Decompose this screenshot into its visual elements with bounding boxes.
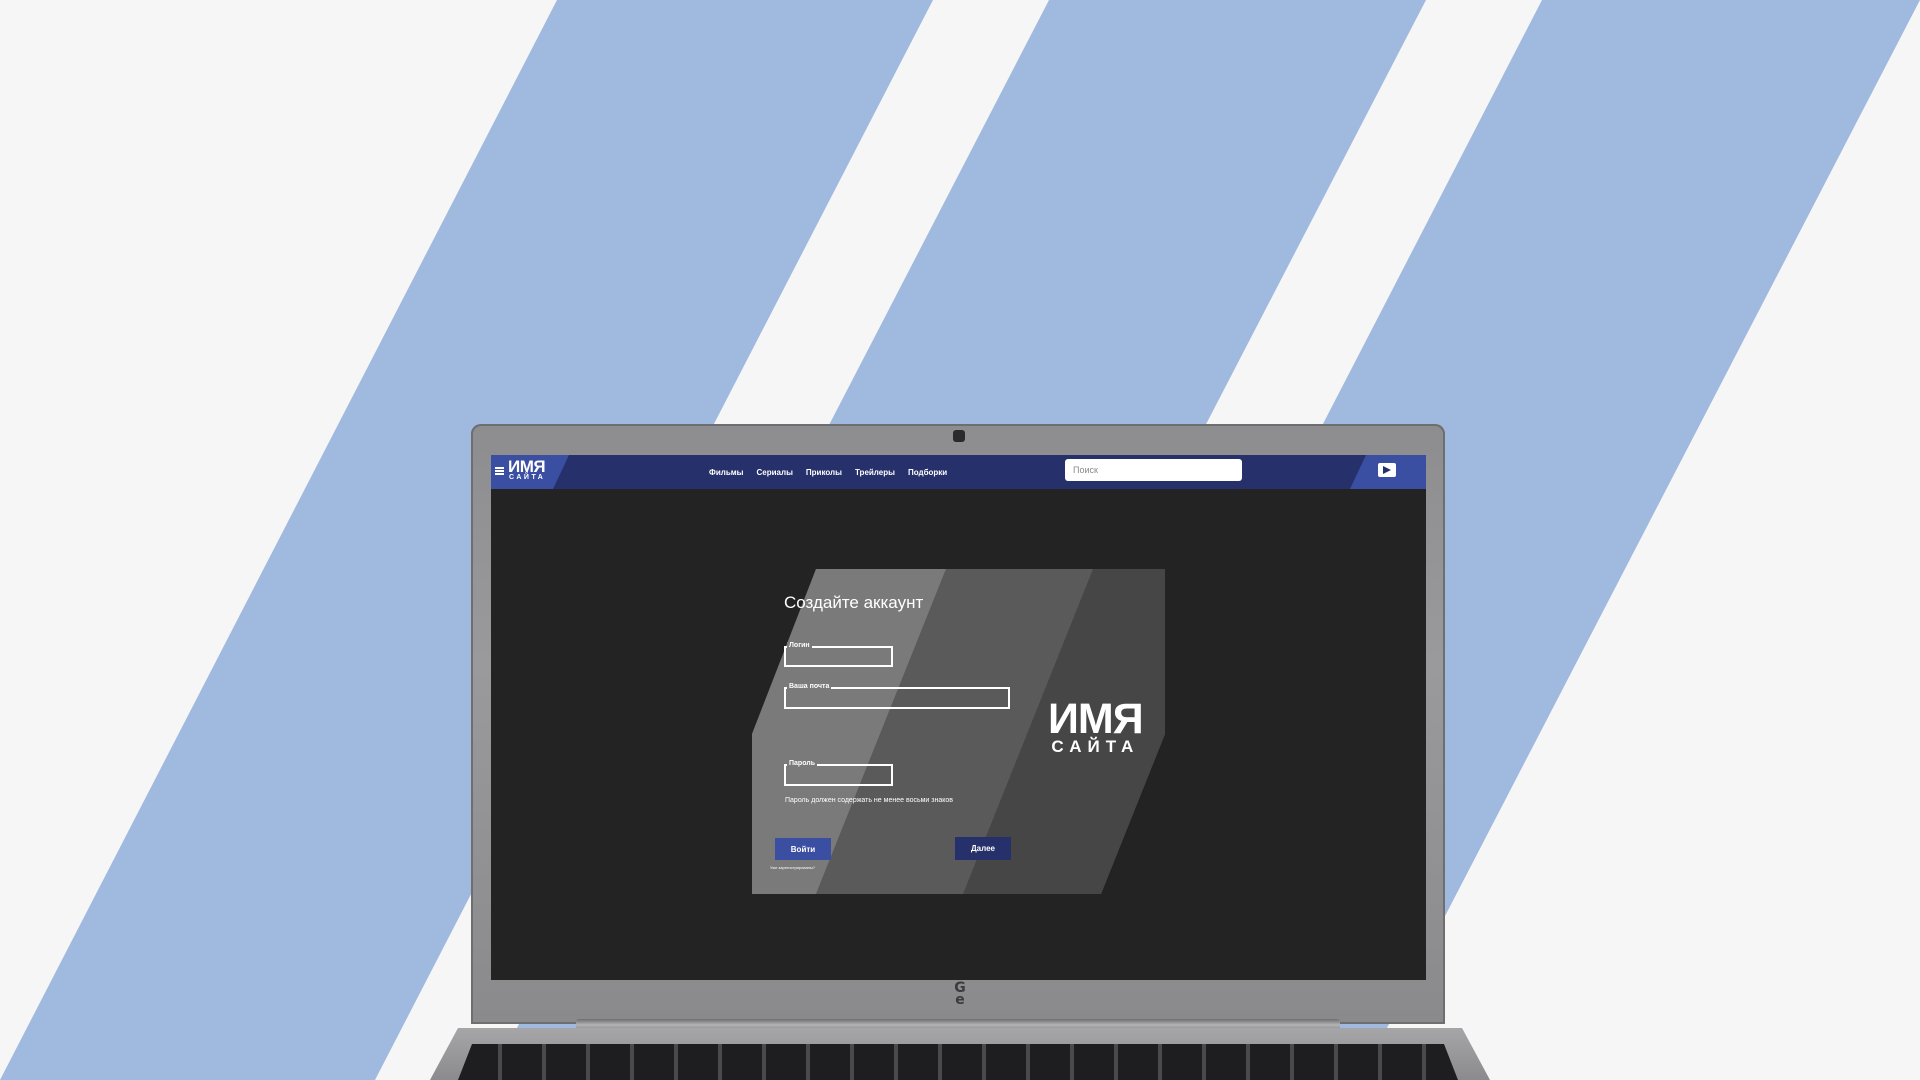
login-label: Логин	[787, 642, 812, 649]
webcam	[953, 430, 965, 442]
logo-bottom: САЙТА	[509, 474, 546, 481]
login-button[interactable]: Войти	[775, 838, 831, 860]
hamburger-icon[interactable]	[495, 467, 504, 475]
password-field[interactable]	[784, 764, 893, 786]
next-button[interactable]: Далее	[955, 837, 1011, 860]
nav-links: Фильмы Сериалы Приколы Трейлеры Подборки	[709, 455, 947, 489]
login-field[interactable]	[784, 646, 893, 667]
nav-link-jokes[interactable]: Приколы	[806, 468, 842, 477]
plus-icon: +	[1391, 472, 1396, 479]
password-label: Пароль	[787, 760, 818, 767]
card-logo: ИМЯ САЙТА	[1048, 695, 1144, 756]
logo-top: ИМЯ	[508, 457, 546, 476]
card-logo-bottom: САЙТА	[1051, 737, 1140, 756]
nav-link-trailers[interactable]: Трейлеры	[855, 468, 895, 477]
email-label: Ваша почта	[787, 683, 832, 690]
password-hint: Пароль должен содержать не менее восьми …	[785, 797, 954, 804]
card-logo-top: ИМЯ	[1048, 695, 1144, 743]
signup-title: Создайте аккаунт	[784, 593, 924, 612]
play-icon	[1383, 466, 1391, 474]
nav-link-collections[interactable]: Подборки	[908, 468, 947, 477]
laptop-keyboard	[458, 1044, 1458, 1080]
navbar: ИМЯ САЙТА Фильмы Сериалы Приколы Трейлер…	[491, 455, 1426, 489]
laptop-screen: ИМЯ САЙТА Фильмы Сериалы Приколы Трейлер…	[491, 455, 1426, 980]
site-logo[interactable]: ИМЯ САЙТА	[508, 457, 546, 482]
search-input[interactable]	[1065, 459, 1242, 481]
already-registered-link[interactable]: Уже зарегистрированы?	[770, 865, 815, 870]
nav-link-series[interactable]: Сериалы	[757, 468, 793, 477]
email-field[interactable]	[784, 687, 1010, 709]
nav-link-films[interactable]: Фильмы	[709, 468, 744, 477]
laptop-brand-logo: Ge	[954, 980, 966, 1008]
